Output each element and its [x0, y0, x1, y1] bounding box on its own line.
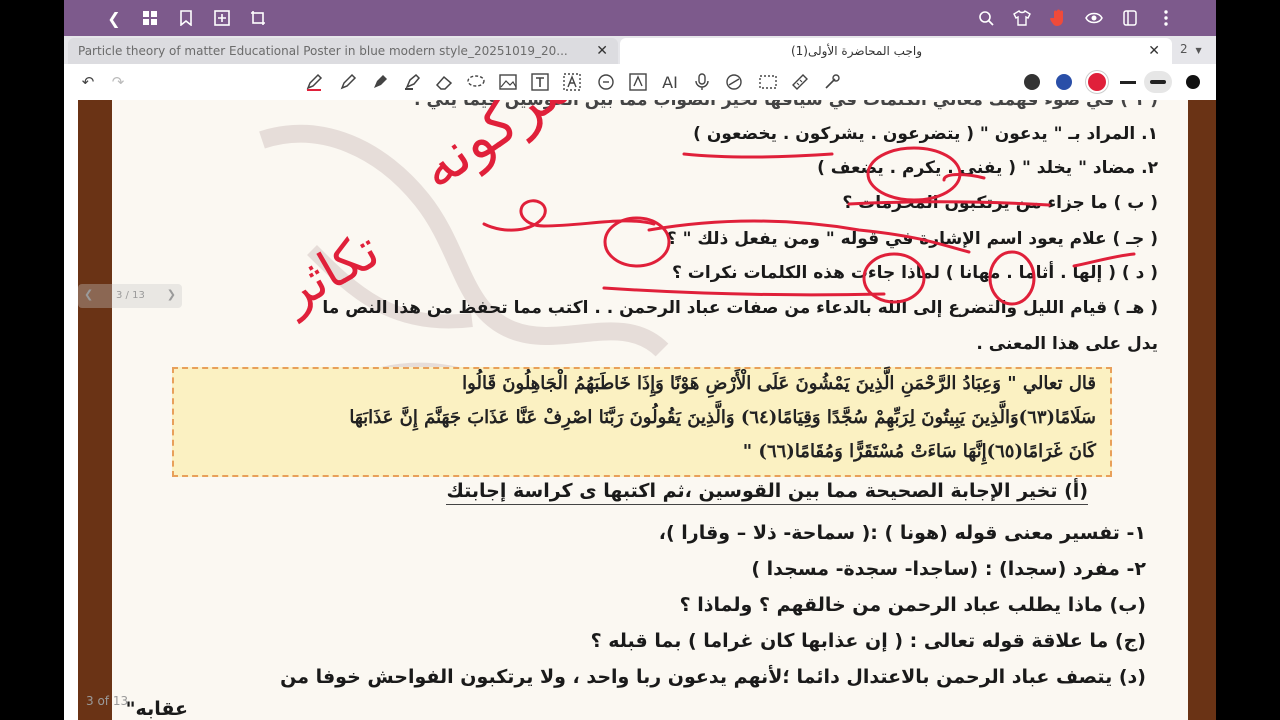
tab-bar: Particle theory of matter Educational Po…	[64, 36, 1216, 64]
color-swatch-red-selected[interactable]	[1086, 71, 1108, 93]
stroke-medium-button[interactable]	[1144, 71, 1172, 93]
grid-icon[interactable]	[138, 6, 162, 30]
close-icon[interactable]: ✕	[596, 43, 608, 59]
lasso-icon[interactable]	[464, 70, 488, 94]
crop-icon[interactable]	[246, 6, 270, 30]
section-d-statement: (د) يتصف عباد الرحمن بالاعتدال دائما ؛لأ…	[280, 666, 1146, 688]
scan-icon[interactable]	[756, 70, 780, 94]
letterbox-right	[1216, 0, 1280, 720]
question-c: ( جـ ) علام يعود اسم الإشارة في قوله " و…	[666, 229, 1158, 249]
text-select-icon[interactable]	[560, 70, 584, 94]
more-icon[interactable]	[1154, 6, 1178, 30]
ai-button[interactable]: AI	[658, 70, 682, 94]
page-border-left	[78, 100, 112, 720]
page-border-right	[1188, 100, 1216, 720]
text-box-icon[interactable]	[528, 70, 552, 94]
hand-icon[interactable]	[1046, 6, 1070, 30]
ai-label: AI	[662, 72, 678, 92]
top-bar: ❮	[64, 0, 1216, 36]
pen-icon[interactable]	[302, 70, 326, 94]
verse-line-3: كَانَ غَرَامًا(٦٥)إِنَّهَا سَاءَتْ مُسْت…	[742, 441, 1096, 462]
section-a-heading: (أ) تخير الإجابة الصحيحة مما بين القوسين…	[446, 480, 1088, 505]
chevron-left-icon[interactable]: ❮	[84, 288, 93, 301]
section-c-question: (ج) ما علاقة قوله تعالى : ( إن عذابها كا…	[590, 630, 1146, 652]
laser-pointer-icon[interactable]	[820, 70, 844, 94]
tab-active-document[interactable]: واجب المحاضرة الأولى(1) ✕	[620, 38, 1172, 64]
annotation-toolbar: ↶ ↷ AI	[64, 64, 1216, 101]
chevron-right-icon[interactable]: ❯	[167, 288, 176, 301]
stroke-thick-icon[interactable]	[1186, 75, 1200, 89]
back-icon[interactable]: ❮	[102, 6, 126, 30]
question-e-cont: يدل على هذا المعنى .	[976, 334, 1158, 354]
section-d-statement-cont: عقابه"	[125, 698, 188, 720]
verse-line-2: سَلَامًا(٦٣)وَالَّذِينَ يَبِيتُونَ لِرَب…	[349, 407, 1096, 428]
tab-particle-poster[interactable]: Particle theory of matter Educational Po…	[68, 38, 618, 64]
verse-line-1: قال تعالي " وَعِبَادُ الرَّحْمَنِ الَّذِ…	[462, 373, 1096, 394]
tab-label: Particle theory of matter Educational Po…	[78, 44, 568, 58]
page-navigator[interactable]: ❮ 3 / 13 ❯	[78, 284, 182, 308]
close-icon[interactable]: ✕	[1148, 43, 1160, 59]
section-a-item-2: ٢- مفرد (سجدا) : (ساجدا- سجدة- مسجدا )	[751, 558, 1146, 580]
question-1: ١. المراد بـ " يدعون " ( يتضرعون . يشركو…	[693, 124, 1158, 144]
tab-count[interactable]: 2 ▼	[1180, 42, 1202, 56]
pdf-reader-app: ❮ Particle theory of matter Educational …	[64, 0, 1216, 720]
quran-verse-box: قال تعالي " وَعِبَادُ الرَّحْمَنِ الَّذِ…	[172, 367, 1112, 477]
color-swatch-black[interactable]	[1024, 74, 1040, 90]
letterbox-left	[0, 0, 64, 720]
page-navigator-label: 3 / 13	[116, 290, 145, 301]
question-intro: ( ١ ) في ضوء فهمك معاني الكلمات في سياقه…	[413, 100, 1158, 110]
page-indicator: 3 of 13	[86, 694, 129, 708]
section-a-item-1: ١- تفسير معنى قوله (هونا ) :( سماحة- ذلا…	[658, 522, 1146, 544]
bookmark-icon[interactable]	[174, 6, 198, 30]
shirt-icon[interactable]	[1010, 6, 1034, 30]
eye-icon[interactable]	[1082, 6, 1106, 30]
section-b-question: (ب) ماذا يطلب عباد الرحمن من خالقهم ؟ ول…	[679, 594, 1146, 616]
search-icon[interactable]	[974, 6, 998, 30]
question-b: ( ب ) ما جزاء من يرتكبون المحرمات ؟	[842, 193, 1158, 213]
pencil-icon[interactable]	[336, 70, 360, 94]
document-viewport[interactable]: ( ١ ) في ضوء فهمك معاني الكلمات في سياقه…	[64, 100, 1216, 720]
add-page-icon[interactable]	[210, 6, 234, 30]
translate-icon[interactable]	[626, 70, 650, 94]
ruler-icon[interactable]	[788, 70, 812, 94]
stroke-thin-icon[interactable]	[1120, 81, 1136, 84]
question-2: ٢. مضاد " يخلد " ( يفنى . يكرم . يضعف )	[817, 158, 1158, 178]
redo-icon[interactable]: ↷	[106, 70, 130, 94]
ocr-icon[interactable]	[594, 70, 618, 94]
image-icon[interactable]	[496, 70, 520, 94]
highlighter-icon[interactable]	[400, 70, 424, 94]
chevron-down-icon: ▼	[1195, 46, 1202, 55]
undo-icon[interactable]: ↶	[76, 70, 100, 94]
color-swatch-blue[interactable]	[1056, 74, 1072, 90]
shape-icon[interactable]	[722, 70, 746, 94]
fountain-pen-icon[interactable]	[368, 70, 392, 94]
pdf-page: ( ١ ) في ضوء فهمك معاني الكلمات في سياقه…	[112, 100, 1188, 720]
tab-label: واجب المحاضرة الأولى(1)	[790, 44, 922, 58]
eraser-icon[interactable]	[432, 70, 456, 94]
tab-count-label: 2	[1180, 42, 1188, 56]
question-d: ( د ) ( إلها . أثاما . مهانا ) لماذا جاء…	[672, 263, 1158, 283]
stroke-medium-icon	[1150, 80, 1166, 84]
panel-icon[interactable]	[1118, 6, 1142, 30]
microphone-icon[interactable]	[690, 70, 714, 94]
question-e: ( هـ ) قيام الليل والتضرع إلى الله بالدع…	[322, 298, 1158, 318]
